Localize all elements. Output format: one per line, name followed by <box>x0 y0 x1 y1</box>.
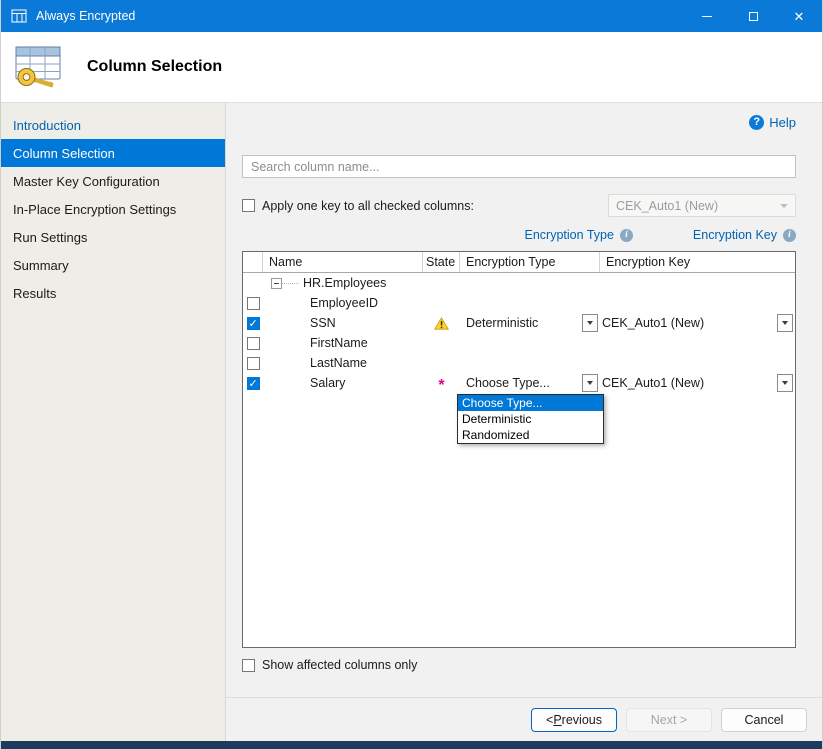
apply-one-key-label: Apply one key to all checked columns: <box>262 199 474 213</box>
minimize-icon <box>702 16 712 17</box>
sidebar-item-in-place-encryption-settings[interactable]: In-Place Encryption Settings <box>1 195 225 223</box>
info-icon[interactable] <box>783 229 796 242</box>
maximize-icon <box>749 12 758 21</box>
minimize-button[interactable] <box>684 0 730 32</box>
grid-header-checkbox-column <box>243 252 263 272</box>
table-group-row: HR.Employees <box>243 273 795 293</box>
help-icon <box>749 115 764 130</box>
app-icon <box>11 9 27 23</box>
encryption-key-dropdown-button[interactable] <box>777 374 793 392</box>
column-name: Salary <box>310 376 345 390</box>
table-row: FirstName <box>243 333 795 353</box>
column-name: SSN <box>310 316 336 330</box>
main-content: Help Apply one key to all checked column… <box>226 103 822 741</box>
column-name: FirstName <box>310 336 368 350</box>
chevron-down-icon <box>587 321 593 325</box>
encryption-type-value: Choose Type... <box>466 376 550 390</box>
help-link[interactable]: Help <box>769 115 796 130</box>
column-name: EmployeeID <box>310 296 378 310</box>
sidebar-item-master-key-configuration[interactable]: Master Key Configuration <box>1 167 225 195</box>
window-controls: ✕ <box>684 0 822 32</box>
close-button[interactable]: ✕ <box>776 0 822 32</box>
table-row: Salary * Choose Type... CEK_Auto1 (New) <box>243 373 795 393</box>
footer-bar: < Previous Next > Cancel <box>226 697 822 741</box>
row-checkbox-firstname[interactable] <box>247 337 260 350</box>
encryption-type-dropdown-button[interactable] <box>582 314 598 332</box>
chevron-down-icon <box>782 381 788 385</box>
search-input[interactable] <box>242 155 796 178</box>
table-row: EmployeeID <box>243 293 795 313</box>
tree-collapse-icon[interactable] <box>271 278 282 289</box>
always-encrypted-window: Always Encrypted ✕ Column Selection Intr… <box>0 0 823 749</box>
tree-line <box>282 283 299 284</box>
title-bar: Always Encrypted ✕ <box>1 0 822 32</box>
show-affected-label: Show affected columns only <box>262 658 417 672</box>
window-bottom-border <box>1 741 822 749</box>
row-checkbox-employeeid[interactable] <box>247 297 260 310</box>
columns-grid: Name State Encryption Type Encryption Ke… <box>242 251 796 648</box>
chevron-down-icon <box>782 321 788 325</box>
cancel-button[interactable]: Cancel <box>721 708 807 732</box>
table-group-label: HR.Employees <box>303 276 386 290</box>
window-title: Always Encrypted <box>36 9 135 23</box>
encryption-key-link[interactable]: Encryption Key <box>693 228 777 242</box>
show-affected-checkbox[interactable] <box>242 659 255 672</box>
grid-header-row: Name State Encryption Type Encryption Ke… <box>243 252 795 273</box>
close-icon: ✕ <box>794 10 805 23</box>
chevron-down-icon <box>587 381 593 385</box>
dropdown-option-deterministic[interactable]: Deterministic <box>458 411 603 427</box>
row-checkbox-ssn[interactable] <box>247 317 260 330</box>
table-key-icon <box>13 44 63 90</box>
grid-header-state: State <box>423 252 460 272</box>
encryption-type-value: Deterministic <box>466 316 538 330</box>
next-button[interactable]: Next > <box>626 708 712 732</box>
previous-button[interactable]: < Previous <box>531 708 617 732</box>
column-name: LastName <box>310 356 367 370</box>
wizard-steps-sidebar: Introduction Column Selection Master Key… <box>1 103 226 741</box>
maximize-button[interactable] <box>730 0 776 32</box>
encryption-key-value: CEK_Auto1 (New) <box>602 316 704 330</box>
grid-header-name: Name <box>263 252 423 272</box>
wizard-header: Column Selection <box>1 32 822 103</box>
required-marker-icon: * <box>438 378 444 394</box>
warning-icon <box>434 317 449 330</box>
dropdown-option-choose-type[interactable]: Choose Type... <box>458 395 603 411</box>
encryption-type-link[interactable]: Encryption Type <box>525 228 614 242</box>
apply-key-value: CEK_Auto1 (New) <box>616 199 718 213</box>
grid-header-encryption-type: Encryption Type <box>460 252 600 272</box>
encryption-type-dropdown-list: Choose Type... Deterministic Randomized <box>457 394 604 444</box>
apply-key-combobox: CEK_Auto1 (New) <box>608 194 796 217</box>
table-row: LastName <box>243 353 795 373</box>
row-checkbox-salary[interactable] <box>247 377 260 390</box>
info-icon[interactable] <box>620 229 633 242</box>
dropdown-option-randomized[interactable]: Randomized <box>458 427 603 443</box>
sidebar-item-summary[interactable]: Summary <box>1 251 225 279</box>
grid-header-encryption-key: Encryption Key <box>600 252 795 272</box>
encryption-key-value: CEK_Auto1 (New) <box>602 376 704 390</box>
apply-one-key-checkbox[interactable] <box>242 199 255 212</box>
encryption-type-dropdown-button[interactable] <box>582 374 598 392</box>
page-title: Column Selection <box>87 58 222 76</box>
table-row: SSN Deterministic CEK_Auto1 (New) <box>243 313 795 333</box>
sidebar-item-introduction[interactable]: Introduction <box>1 111 225 139</box>
row-checkbox-lastname[interactable] <box>247 357 260 370</box>
sidebar-item-column-selection[interactable]: Column Selection <box>1 139 225 167</box>
sidebar-item-run-settings[interactable]: Run Settings <box>1 223 225 251</box>
encryption-key-dropdown-button[interactable] <box>777 314 793 332</box>
sidebar-item-results[interactable]: Results <box>1 279 225 307</box>
chevron-down-icon <box>780 204 788 208</box>
